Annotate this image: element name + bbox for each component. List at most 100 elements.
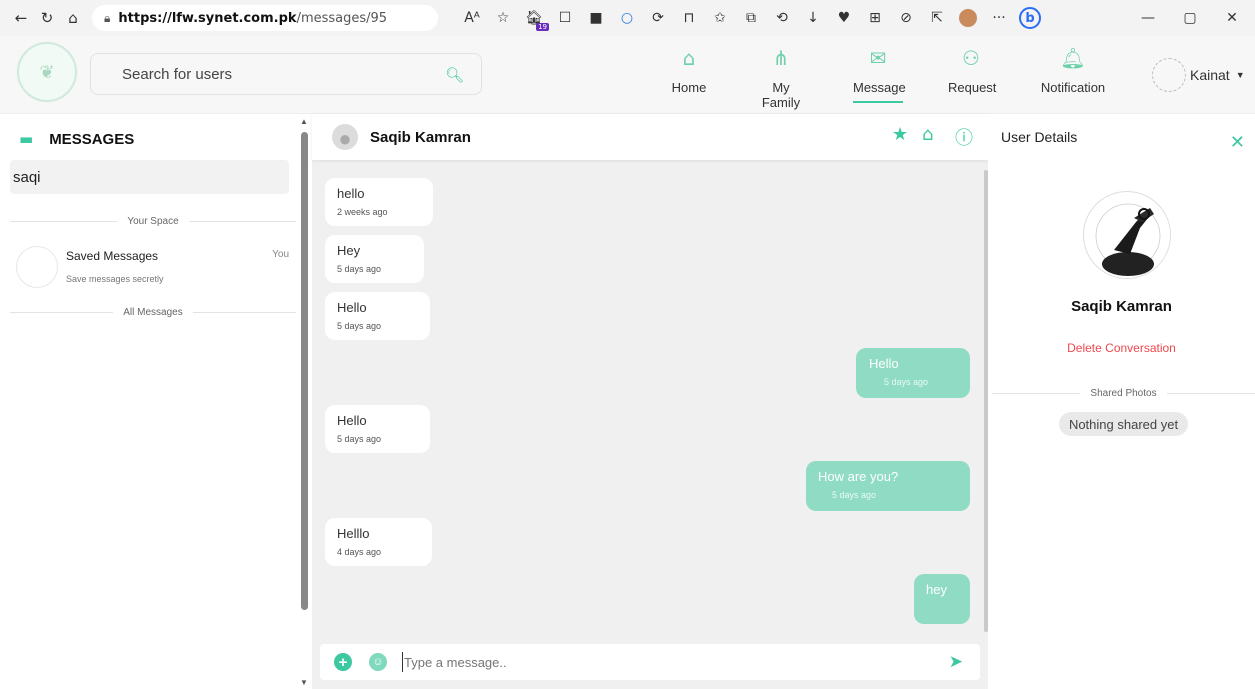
scroll-down-icon[interactable]: ▼ <box>300 678 308 687</box>
nav-notification[interactable]: 🔔︎ Notification <box>1038 46 1108 95</box>
collections-icon[interactable]: ⧉ <box>737 5 765 31</box>
close-window-icon[interactable]: ✕ <box>1215 5 1249 31</box>
conversation-search-input[interactable]: saqi <box>10 160 289 194</box>
bell-icon: 🔔︎ <box>1060 46 1086 70</box>
caret-down-icon: ▼ <box>1235 70 1245 80</box>
message-bubble: hello 2 weeks ago <box>325 178 433 226</box>
message-icon: ✉ <box>869 46 887 70</box>
add-user-icon: ⚇ <box>962 46 980 70</box>
add-attachment-icon[interactable]: + <box>334 653 352 671</box>
message-text: Hello <box>337 300 367 315</box>
profile-icon[interactable] <box>954 5 982 31</box>
nav-notification-label: Notification <box>1040 80 1106 95</box>
read-aloud-icon[interactable]: Aᴬ <box>458 5 486 31</box>
favorite-star-icon[interactable]: ☆ <box>489 5 517 31</box>
message-input[interactable] <box>402 652 922 672</box>
search-icon[interactable]: 🔍︎ <box>445 66 464 84</box>
favorites-icon[interactable]: ✩ <box>706 5 734 31</box>
delete-conversation-button[interactable]: Delete Conversation <box>988 341 1255 355</box>
all-messages-divider: All Messages <box>10 307 296 318</box>
user-details-panel: User Details ✕ Saqib Kamran Delete Conve… <box>988 114 1255 689</box>
refresh-icon[interactable]: ↻ <box>34 5 60 31</box>
more-icon[interactable]: ··· <box>985 5 1013 31</box>
copilot-icon[interactable]: b <box>1016 5 1044 31</box>
user-search-input[interactable]: Search for users 🔍︎ <box>90 53 482 95</box>
message-text: hello <box>337 186 365 201</box>
app-header: ❦ Search for users 🔍︎ ⌂ Home ⋔ My Family… <box>0 36 1255 114</box>
message-list: hello 2 weeks ago Hey 5 days ago Hello 5… <box>312 160 982 640</box>
maximize-icon[interactable]: ▢ <box>1173 5 1207 31</box>
user-details-title: User Details <box>1001 129 1078 145</box>
messages-title: MESSAGES <box>49 130 135 148</box>
extension-puzzle-icon[interactable]: ⟳ <box>644 5 672 31</box>
nav-my-family[interactable]: ⋔ My Family <box>752 46 810 110</box>
profile-picture-icon <box>1085 193 1170 278</box>
star-icon[interactable]: ★ <box>892 124 908 145</box>
emoji-icon[interactable]: ☺ <box>369 653 387 671</box>
profile-avatar <box>1083 191 1171 279</box>
share-icon[interactable]: ⇱ <box>923 5 951 31</box>
close-icon[interactable]: ✕ <box>1230 132 1245 153</box>
message-time: 5 days ago <box>337 264 382 274</box>
address-bar[interactable]: 🔒︎ https://lfw.synet.com.pk/messages/95 <box>92 5 438 31</box>
message-bubble: Hello 5 days ago <box>325 292 430 340</box>
extension-mask-icon[interactable]: ■ <box>582 5 610 31</box>
history-icon[interactable]: ⟲ <box>768 5 796 31</box>
chat-panel: ● Saqib Kamran ★ ⌂ ⓘ hello 2 weeks ago H… <box>312 114 988 689</box>
home-icon[interactable]: ⌂ <box>922 124 933 145</box>
nav-home[interactable]: ⌂ Home <box>671 46 707 95</box>
nav-request[interactable]: ⚇ Request <box>948 46 996 95</box>
browser-essentials-icon[interactable]: ⊘ <box>892 5 920 31</box>
url-path: /messages/95 <box>296 10 388 26</box>
message-text: Hello <box>869 356 899 371</box>
saved-messages-item[interactable]: Saved Messages Save messages secretly Yo… <box>16 246 289 290</box>
browser-toolbar: ← ↻ ⌂ 🔒︎ https://lfw.synet.com.pk/messag… <box>0 0 1255 36</box>
downloads-icon[interactable]: ↓ <box>799 5 827 31</box>
extension-square-icon[interactable]: ☐ <box>551 5 579 31</box>
extension-badge-icon[interactable]: 🏠︎ 19 <box>520 5 549 31</box>
message-bubble: Hey 5 days ago <box>325 235 424 283</box>
shared-photos-divider: Shared Photos <box>992 388 1255 399</box>
message-bubble: hey <box>914 574 970 624</box>
messages-heading: ▬ MESSAGES <box>19 130 134 148</box>
saved-messages-subtitle: Save messages secretly <box>66 274 164 284</box>
apps-icon[interactable]: ⊞ <box>861 5 889 31</box>
user-menu[interactable]: Kainat ▼ <box>1152 58 1245 92</box>
home-browser-icon[interactable]: ⌂ <box>60 5 86 31</box>
split-screen-icon[interactable]: ⊓ <box>675 5 703 31</box>
extension-circle-icon[interactable]: ○ <box>613 5 641 31</box>
search-placeholder: Search for users <box>122 65 233 83</box>
nav-family-label: My Family <box>761 80 801 110</box>
scroll-up-icon[interactable]: ▲ <box>300 117 308 126</box>
shared-photos-label: Shared Photos <box>1090 388 1157 399</box>
avatar[interactable]: ● <box>332 124 358 150</box>
performance-icon[interactable]: ♥ <box>830 5 858 31</box>
family-tree-icon: ⋔ <box>772 46 790 70</box>
left-scrollbar[interactable]: ▲ ▼ <box>298 114 310 689</box>
extension-badge-count: 19 <box>536 23 549 31</box>
chat-header: ● Saqib Kamran ★ ⌂ ⓘ <box>312 114 988 160</box>
home-icon: ⌂ <box>682 46 696 70</box>
message-bubble: Hello 5 days ago <box>325 405 430 453</box>
site-logo[interactable]: ❦ <box>17 42 77 102</box>
message-text: Hey <box>337 243 361 258</box>
message-bubble: How are you? 5 days ago <box>806 461 970 511</box>
scrollbar-thumb[interactable] <box>301 132 308 610</box>
message-time: 5 days ago <box>337 434 382 444</box>
chat-contact-name[interactable]: Saqib Kamran <box>370 129 471 146</box>
person-icon: ● <box>338 126 352 150</box>
message-bubble: Hello 5 days ago <box>856 348 970 398</box>
inbox-icon: ▬ <box>19 130 34 148</box>
message-composer: + ☺ ➤ <box>320 644 980 680</box>
your-space-divider: Your Space <box>10 216 296 227</box>
back-icon[interactable]: ← <box>8 5 34 31</box>
nav-message[interactable]: ✉ Message <box>853 46 906 103</box>
minimize-icon[interactable]: — <box>1131 5 1165 31</box>
send-icon[interactable]: ➤ <box>949 652 963 672</box>
leaf-logo-icon: ❦ <box>39 62 55 82</box>
all-messages-label: All Messages <box>123 307 183 318</box>
info-icon[interactable]: ⓘ <box>955 124 973 150</box>
avatar <box>16 246 58 288</box>
message-text: How are you? <box>818 469 899 484</box>
conversation-list-panel: ▬ MESSAGES saqi Your Space Saved Message… <box>0 114 298 689</box>
